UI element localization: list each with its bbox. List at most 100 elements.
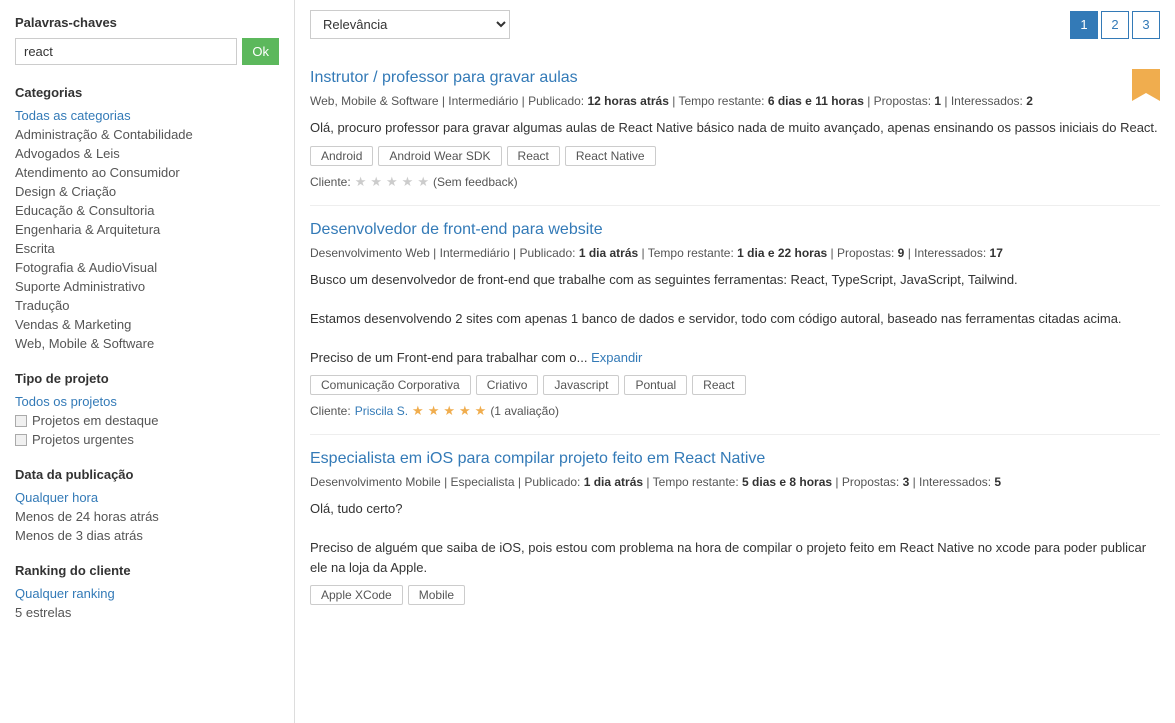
ranking-5stars[interactable]: 5 estrelas xyxy=(15,605,279,620)
category-link[interactable]: Administração & Contabilidade xyxy=(15,127,193,142)
checkbox-urgent[interactable] xyxy=(15,434,27,446)
tag[interactable]: Apple XCode xyxy=(310,585,403,605)
project-type-section: Tipo de projeto Todos os projetos Projet… xyxy=(15,371,279,447)
tag[interactable]: Criativo xyxy=(476,375,539,395)
category-link[interactable]: Engenharia & Arquitetura xyxy=(15,222,160,237)
publication-date-label: Data da publicação xyxy=(15,467,279,482)
keywords-label: Palavras-chaves xyxy=(15,15,279,30)
category-link[interactable]: Atendimento ao Consumidor xyxy=(15,165,180,180)
tag[interactable]: Android Wear SDK xyxy=(378,146,501,166)
tag[interactable]: Javascript xyxy=(543,375,619,395)
client-feedback: (Sem feedback) xyxy=(433,175,518,189)
star-1: ★ xyxy=(355,174,367,190)
job-desc-2: Busco um desenvolvedor de front-end que … xyxy=(310,270,1160,368)
date-filter-any[interactable]: Qualquer hora xyxy=(15,490,279,505)
tag[interactable]: Comunicação Corporativa xyxy=(310,375,471,395)
category-link[interactable]: Advogados & Leis xyxy=(15,146,120,161)
category-link[interactable]: Fotografia & AudioVisual xyxy=(15,260,157,275)
search-input[interactable] xyxy=(15,38,237,65)
job-tags-2: Comunicação Corporativa Criativo Javascr… xyxy=(310,375,1160,395)
star-3: ★ xyxy=(386,174,398,190)
filter-item-urgent: Projetos urgentes xyxy=(15,432,279,447)
tag[interactable]: React xyxy=(507,146,560,166)
sidebar: Palavras-chaves Ok Categorias Todas as c… xyxy=(0,0,295,723)
tag[interactable]: Android xyxy=(310,146,373,166)
page-2-button[interactable]: 2 xyxy=(1101,11,1129,39)
client-ranking-section: Ranking do cliente Qualquer ranking 5 es… xyxy=(15,563,279,620)
category-link[interactable]: Suporte Administrativo xyxy=(15,279,145,294)
job-tags-3: Apple XCode Mobile xyxy=(310,585,1160,605)
ranking-any[interactable]: Qualquer ranking xyxy=(15,586,279,601)
job-item-2: Desenvolvedor de front-end para website … xyxy=(310,206,1160,436)
list-item: Engenharia & Arquitetura xyxy=(15,222,279,237)
category-link[interactable]: Web, Mobile & Software xyxy=(15,336,154,351)
list-item: Educação & Consultoria xyxy=(15,203,279,218)
star-4: ★ xyxy=(459,403,471,419)
client-name-2[interactable]: Priscila S. xyxy=(355,404,408,418)
category-link[interactable]: Vendas & Marketing xyxy=(15,317,131,332)
list-item: Todas as categorias xyxy=(15,108,279,123)
category-link[interactable]: Tradução xyxy=(15,298,69,313)
tag[interactable]: Mobile xyxy=(408,585,465,605)
list-item: Fotografia & AudioVisual xyxy=(15,260,279,275)
all-projects-link[interactable]: Todos os projetos xyxy=(15,394,279,409)
list-item: Design & Criação xyxy=(15,184,279,199)
search-button[interactable]: Ok xyxy=(242,38,279,65)
job-title-2[interactable]: Desenvolvedor de front-end para website xyxy=(310,221,1160,239)
client-label: Cliente: xyxy=(310,404,351,418)
job-desc-1: Olá, procuro professor para gravar algum… xyxy=(310,118,1160,138)
list-item: Advogados & Leis xyxy=(15,146,279,161)
page-3-button[interactable]: 3 xyxy=(1132,11,1160,39)
tag[interactable]: React xyxy=(692,375,745,395)
category-link[interactable]: Educação & Consultoria xyxy=(15,203,154,218)
search-row: Ok xyxy=(15,38,279,65)
client-label: Cliente: xyxy=(310,175,351,189)
category-link[interactable]: Design & Criação xyxy=(15,184,116,199)
publication-date-section: Data da publicação Qualquer hora Menos d… xyxy=(15,467,279,543)
sort-bar: Relevância Mais recentes Mais antigas 1 … xyxy=(310,10,1160,39)
page-1-button[interactable]: 1 xyxy=(1070,11,1098,39)
star-2: ★ xyxy=(428,403,440,419)
job-meta-1: Web, Mobile & Software | Intermediário |… xyxy=(310,92,1160,110)
list-item: Suporte Administrativo xyxy=(15,279,279,294)
job-item-1: Instrutor / professor para gravar aulas … xyxy=(310,54,1160,206)
job-tags-1: Android Android Wear SDK React React Nat… xyxy=(310,146,1160,166)
job-client-1: Cliente: ★ ★ ★ ★ ★ (Sem feedback) xyxy=(310,174,1160,190)
list-item: Web, Mobile & Software xyxy=(15,336,279,351)
category-link-all[interactable]: Todas as categorias xyxy=(15,108,131,123)
list-item: Vendas & Marketing xyxy=(15,317,279,332)
job-title-3[interactable]: Especialista em iOS para compilar projet… xyxy=(310,450,1160,468)
category-list: Todas as categorias Administração & Cont… xyxy=(15,108,279,351)
star-2: ★ xyxy=(370,174,382,190)
job-desc-3: Olá, tudo certo? Preciso de alguém que s… xyxy=(310,499,1160,577)
filter-label: Projetos em destaque xyxy=(32,413,158,428)
keywords-section: Palavras-chaves Ok xyxy=(15,15,279,65)
tag[interactable]: React Native xyxy=(565,146,656,166)
checkbox-highlight[interactable] xyxy=(15,415,27,427)
main-content: Relevância Mais recentes Mais antigas 1 … xyxy=(295,0,1175,723)
list-item: Administração & Contabilidade xyxy=(15,127,279,142)
category-link[interactable]: Escrita xyxy=(15,241,55,256)
list-item: Tradução xyxy=(15,298,279,313)
date-filter-3days[interactable]: Menos de 3 dias atrás xyxy=(15,528,279,543)
pagination: 1 2 3 xyxy=(1070,11,1160,39)
tag[interactable]: Pontual xyxy=(624,375,687,395)
list-item: Escrita xyxy=(15,241,279,256)
list-item: Atendimento ao Consumidor xyxy=(15,165,279,180)
categories-section: Categorias Todas as categorias Administr… xyxy=(15,85,279,351)
filter-item-highlight: Projetos em destaque xyxy=(15,413,279,428)
filter-label: Projetos urgentes xyxy=(32,432,134,447)
star-1: ★ xyxy=(412,403,424,419)
client-feedback: (1 avaliação) xyxy=(490,404,559,418)
categories-label: Categorias xyxy=(15,85,279,100)
star-5: ★ xyxy=(417,174,429,190)
job-title-1[interactable]: Instrutor / professor para gravar aulas xyxy=(310,69,1160,87)
job-meta-3: Desenvolvimento Mobile | Especialista | … xyxy=(310,473,1160,491)
job-meta-2: Desenvolvimento Web | Intermediário | Pu… xyxy=(310,244,1160,262)
sort-select[interactable]: Relevância Mais recentes Mais antigas xyxy=(310,10,510,39)
star-5: ★ xyxy=(475,403,487,419)
date-filter-24h[interactable]: Menos de 24 horas atrás xyxy=(15,509,279,524)
expand-link-2[interactable]: Expandir xyxy=(591,350,642,365)
project-type-label: Tipo de projeto xyxy=(15,371,279,386)
job-client-2: Cliente: Priscila S. ★ ★ ★ ★ ★ (1 avalia… xyxy=(310,403,1160,419)
